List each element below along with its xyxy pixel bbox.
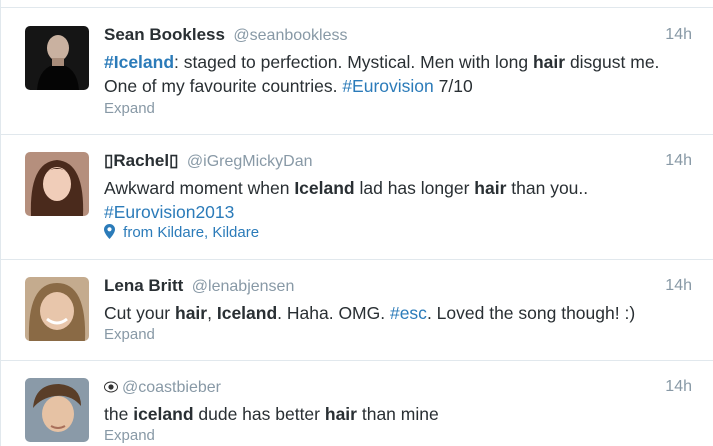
- timestamp[interactable]: 14h: [665, 26, 692, 44]
- text-segment: than mine: [356, 404, 439, 424]
- expand-label[interactable]: Expand: [104, 100, 155, 117]
- hashtag-link[interactable]: #Eurovision2013: [104, 202, 234, 222]
- highlighted-term: hair: [532, 52, 566, 72]
- avatar[interactable]: [25, 378, 89, 442]
- text-segment: the: [104, 404, 134, 424]
- text-segment: Awkward moment when: [104, 178, 295, 198]
- text-segment: lad has longer: [354, 178, 475, 198]
- user-handle[interactable]: @seanbookless: [233, 27, 347, 44]
- tweet[interactable]: @coastbieber 14h the iceland dude has be…: [1, 361, 713, 446]
- expand-link[interactable]: Expand: [104, 326, 155, 343]
- tweet-text: Cut your hair, Iceland. Haha. OMG. #esc.…: [104, 301, 694, 325]
- timestamp[interactable]: 14h: [665, 378, 692, 396]
- hashtag-link[interactable]: #Iceland: [104, 52, 174, 72]
- tweet-header: Lena Britt @lenabjensen 14h: [104, 276, 692, 298]
- text-segment: . Haha. OMG.: [277, 303, 390, 323]
- user-handle[interactable]: @lenabjensen: [192, 278, 295, 295]
- highlighted-term: Iceland: [294, 178, 355, 198]
- avatar[interactable]: [25, 277, 89, 341]
- highlighted-term: hair: [175, 303, 208, 323]
- expand-label[interactable]: Expand: [104, 326, 155, 343]
- text-segment: ,: [207, 303, 217, 323]
- location-label[interactable]: from Kildare, Kildare: [123, 224, 259, 241]
- hashtag-link[interactable]: #esc: [390, 303, 427, 323]
- tweet[interactable]: Sean Bookless @seanbookless 14h #Iceland…: [1, 9, 713, 135]
- text-segment: than you..: [506, 178, 589, 198]
- avatar[interactable]: [25, 26, 89, 90]
- avatar[interactable]: [25, 152, 89, 216]
- tweet[interactable]: Lena Britt @lenabjensen 14h Cut your hai…: [1, 260, 713, 361]
- eye-icon: [104, 380, 118, 398]
- tweet-text: #Iceland: staged to perfection. Mystical…: [104, 50, 694, 98]
- tweet[interactable]: ▯Rachel▯ @iGregMickyDan 14h Awkward mome…: [1, 135, 713, 260]
- user-handle[interactable]: @iGregMickyDan: [187, 153, 313, 170]
- highlighted-term: Iceland: [216, 303, 278, 323]
- user-name[interactable]: Lena Britt: [104, 276, 183, 295]
- text-segment: dude has better: [193, 404, 325, 424]
- tweet-text: Awkward moment when Iceland lad has long…: [104, 176, 694, 224]
- tweet-header: Sean Bookless @seanbookless 14h: [104, 25, 692, 47]
- expand-link[interactable]: Expand: [104, 100, 155, 117]
- text-segment: : staged to perfection. Mystical. Men wi…: [174, 52, 533, 72]
- hashtag-link[interactable]: #Eurovision: [342, 76, 433, 96]
- expand-label[interactable]: Expand: [104, 427, 155, 444]
- timestamp[interactable]: 14h: [665, 277, 692, 295]
- user-handle[interactable]: @coastbieber: [122, 379, 221, 396]
- highlighted-term: hair: [324, 404, 357, 424]
- tweet-header: ▯Rachel▯ @iGregMickyDan 14h: [104, 151, 692, 173]
- tweet-header: @coastbieber 14h: [104, 377, 692, 399]
- text-segment: . Loved the song though! :): [426, 303, 636, 323]
- user-name[interactable]: Sean Bookless: [104, 25, 225, 44]
- tweet-location[interactable]: from Kildare, Kildare: [104, 224, 259, 243]
- timestamp[interactable]: 14h: [665, 152, 692, 170]
- highlighted-term: hair: [474, 178, 507, 198]
- tweet-stream: Sean Bookless @seanbookless 14h #Iceland…: [0, 0, 713, 446]
- highlighted-term: iceland: [133, 404, 194, 424]
- user-name[interactable]: ▯Rachel▯: [104, 151, 178, 170]
- map-pin-icon: [104, 224, 115, 243]
- expand-link[interactable]: Expand: [104, 427, 155, 444]
- stream-top-divider: [1, 0, 713, 8]
- text-segment: 7/10: [433, 76, 473, 96]
- text-segment: Cut your: [104, 303, 175, 323]
- tweet-text: the iceland dude has better hair than mi…: [104, 402, 694, 426]
